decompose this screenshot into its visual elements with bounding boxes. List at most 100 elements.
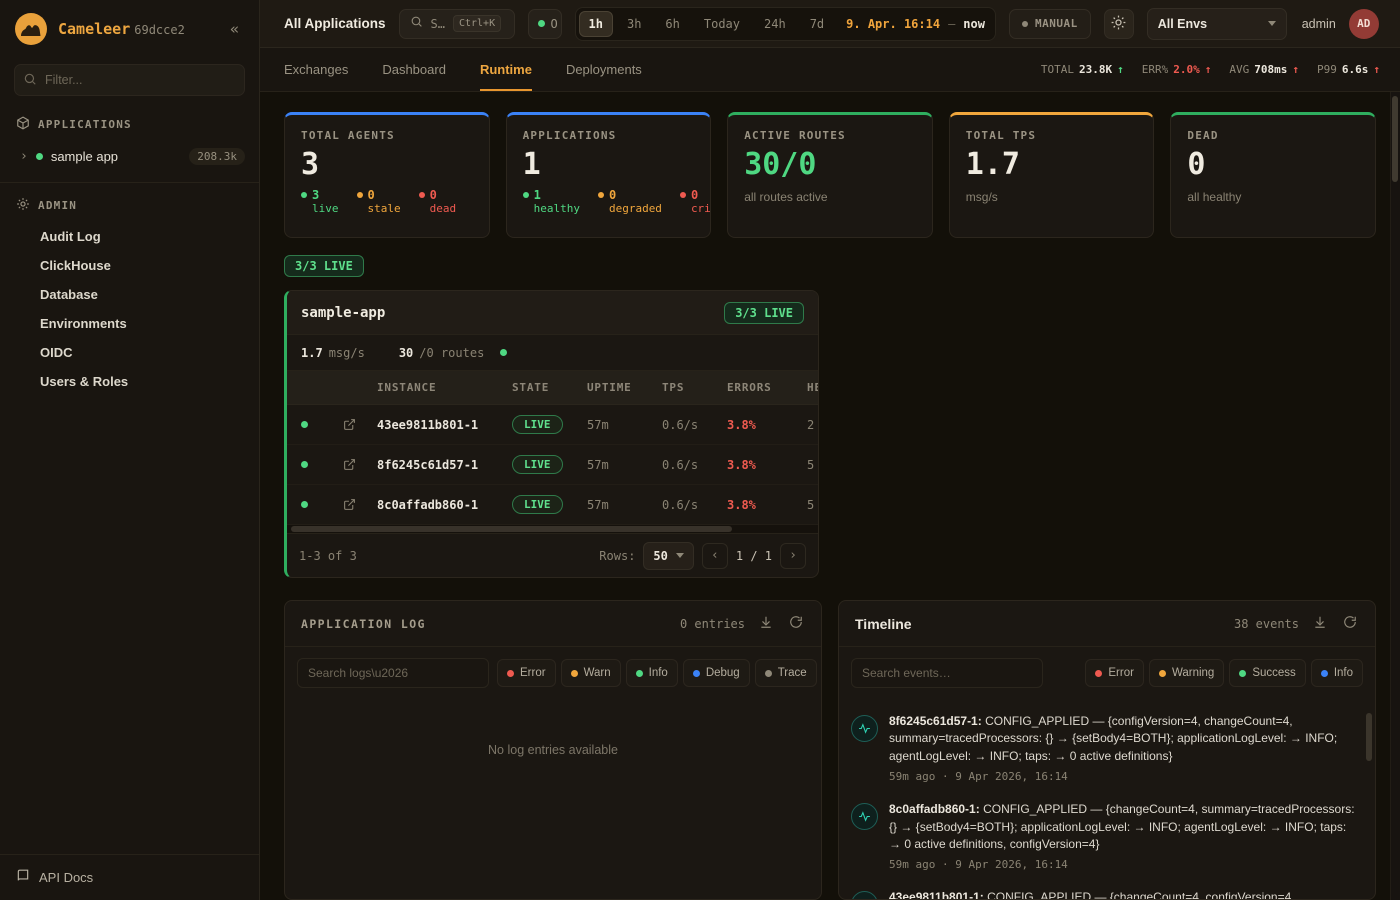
scrollbar-thumb[interactable] — [291, 526, 732, 532]
status-dot — [1239, 670, 1246, 677]
prev-page-button[interactable]: ‹ — [702, 543, 728, 569]
avatar[interactable]: AD — [1349, 9, 1379, 39]
tabbar: Exchanges Dashboard Runtime Deployments … — [260, 48, 1400, 92]
status-dot — [523, 192, 529, 198]
external-link-icon[interactable] — [327, 418, 377, 431]
next-page-button[interactable]: › — [780, 543, 806, 569]
heap-value: 5 — [807, 458, 819, 472]
time-range-6h[interactable]: 6h — [655, 11, 689, 37]
vertical-scrollbar[interactable] — [1390, 92, 1400, 900]
admin-nav: Audit Log ClickHouse Database Environmen… — [0, 222, 259, 396]
breakdown-critical: 0critical — [680, 188, 711, 216]
time-range-3h[interactable]: 3h — [617, 11, 651, 37]
filter-chip-warn[interactable]: Warn — [561, 659, 621, 687]
timeline-event[interactable]: 43ee9811b801-1: CONFIG_APPLIED — {change… — [851, 881, 1357, 899]
sidebar-item-environments[interactable]: Environments — [0, 309, 259, 338]
log-empty-state: No log entries available — [285, 699, 821, 757]
download-button[interactable] — [1311, 613, 1329, 634]
sidebar-item-oidc[interactable]: OIDC — [0, 338, 259, 367]
application-log-panel: APPLICATION LOG 0 entries Error Warn Inf — [284, 600, 822, 900]
filter-chip-debug[interactable]: Debug — [683, 659, 750, 687]
timeline-events: 8f6245c61d57-1: CONFIG_APPLIED — {config… — [839, 699, 1375, 899]
sidebar-item-audit-log[interactable]: Audit Log — [0, 222, 259, 251]
time-range-24h[interactable]: 24h — [754, 11, 796, 37]
refresh-icon — [1343, 615, 1357, 632]
filter-chip-success[interactable]: Success — [1229, 659, 1305, 687]
filter-chip-info[interactable]: Info — [1311, 659, 1363, 687]
download-button[interactable] — [757, 613, 775, 634]
chevron-down-icon — [676, 553, 684, 558]
sidebar-item-users-roles[interactable]: Users & Roles — [0, 367, 259, 396]
online-status-toggle[interactable]: O — [528, 9, 562, 39]
filter-chip-warning[interactable]: Warning — [1149, 659, 1224, 687]
api-docs-link[interactable]: API Docs — [0, 854, 259, 900]
admin-section-label: ADMIN — [38, 199, 77, 212]
time-range-1h[interactable]: 1h — [579, 11, 613, 37]
card-value: 1 — [523, 148, 695, 182]
status-dot — [507, 670, 514, 677]
filter-chip-error[interactable]: Error — [497, 659, 556, 687]
date-range-picker[interactable]: 9. Apr. 16:14 — now — [846, 17, 985, 31]
card-dead: DEAD 0 all healthy — [1170, 112, 1376, 238]
table-row[interactable]: 43ee9811b801-1 LIVE 57m 0.6/s 3.8% 2 — [287, 405, 819, 445]
global-search[interactable]: S… Ctrl+K — [399, 9, 515, 39]
status-dot — [301, 501, 308, 508]
sidebar-collapse-button[interactable]: « — [224, 18, 245, 40]
timeline-event[interactable]: 8c0affadb860-1: CONFIG_APPLIED — {change… — [851, 793, 1357, 881]
theme-toggle-button[interactable] — [1104, 9, 1134, 39]
time-range-group: 1h 3h 6h Today 24h 7d 9. Apr. 16:14 — no… — [575, 7, 996, 41]
username-label: admin — [1302, 17, 1336, 31]
tab-deployments[interactable]: Deployments — [566, 48, 642, 91]
time-range-7d[interactable]: 7d — [800, 11, 834, 37]
log-filter-bar: Error Warn Info Debug Trace — [285, 647, 821, 699]
chevron-down-icon — [1268, 21, 1276, 26]
horizontal-scrollbar[interactable] — [287, 525, 818, 533]
filter-chip-info[interactable]: Info — [626, 659, 678, 687]
range-separator: — — [948, 17, 955, 31]
status-dot — [301, 192, 307, 198]
manual-refresh-button[interactable]: MANUAL — [1009, 9, 1091, 39]
external-link-icon[interactable] — [327, 498, 377, 511]
timeline-scrollbar[interactable] — [1366, 713, 1372, 761]
summary-stats: TOTAL 23.8K ↑ ERR% 2.0% ↑ AVG 708ms ↑ P9… — [1041, 48, 1380, 91]
app-tps-unit: msg/s — [329, 346, 365, 360]
timeline-event[interactable]: 8f6245c61d57-1: CONFIG_APPLIED — {config… — [851, 705, 1357, 793]
sample-app-card: sample-app 3/3 LIVE 1.7 msg/s 30 /0 rout… — [284, 290, 819, 578]
sidebar-item-sample-app[interactable]: › sample app 208.3k — [0, 141, 259, 172]
breakdown-degraded: 0degraded — [598, 188, 662, 216]
timeline-search-input[interactable] — [851, 658, 1043, 688]
manual-label: MANUAL — [1035, 17, 1078, 30]
card-value: 1.7 — [966, 148, 1138, 182]
tab-exchanges[interactable]: Exchanges — [284, 48, 348, 91]
sidebar-filter-input[interactable] — [14, 64, 245, 96]
log-search-input[interactable] — [297, 658, 489, 688]
time-range-today[interactable]: Today — [694, 11, 750, 37]
refresh-button[interactable] — [787, 613, 805, 634]
download-icon — [1313, 615, 1327, 632]
status-dot — [765, 670, 772, 677]
errors-value: 3.8% — [727, 458, 807, 472]
refresh-mode-dot — [1022, 21, 1028, 27]
rows-per-page-select[interactable]: 50 — [643, 542, 693, 570]
app-live-badge: 3/3 LIVE — [724, 302, 804, 324]
app-card-header: sample-app 3/3 LIVE — [287, 291, 818, 335]
status-dot — [419, 192, 425, 198]
content: TOTAL AGENTS 3 3live 0stale 0dead APPLIC… — [260, 92, 1400, 900]
table-row[interactable]: 8f6245c61d57-1 LIVE 57m 0.6/s 3.8% 5 — [287, 445, 819, 485]
external-link-icon[interactable] — [327, 458, 377, 471]
tab-runtime[interactable]: Runtime — [480, 48, 532, 91]
sidebar-item-clickhouse[interactable]: ClickHouse — [0, 251, 259, 280]
table-row[interactable]: 8c0affadb860-1 LIVE 57m 0.6/s 3.8% 5 — [287, 485, 819, 525]
tab-dashboard[interactable]: Dashboard — [382, 48, 446, 91]
filter-chip-error[interactable]: Error — [1085, 659, 1144, 687]
breakdown-live: 3live — [301, 188, 339, 216]
filter-chip-trace[interactable]: Trace — [755, 659, 817, 687]
app-routes-suffix: /0 routes — [419, 346, 484, 360]
chevron-right-icon[interactable]: › — [20, 149, 28, 164]
refresh-button[interactable] — [1341, 613, 1359, 634]
scrollbar-thumb[interactable] — [1392, 96, 1398, 182]
instance-id: 8f6245c61d57-1 — [377, 458, 512, 472]
environment-select[interactable]: All Envs — [1147, 8, 1287, 40]
sidebar-item-database[interactable]: Database — [0, 280, 259, 309]
card-active-routes: ACTIVE ROUTES 30/0 all routes active — [727, 112, 933, 238]
